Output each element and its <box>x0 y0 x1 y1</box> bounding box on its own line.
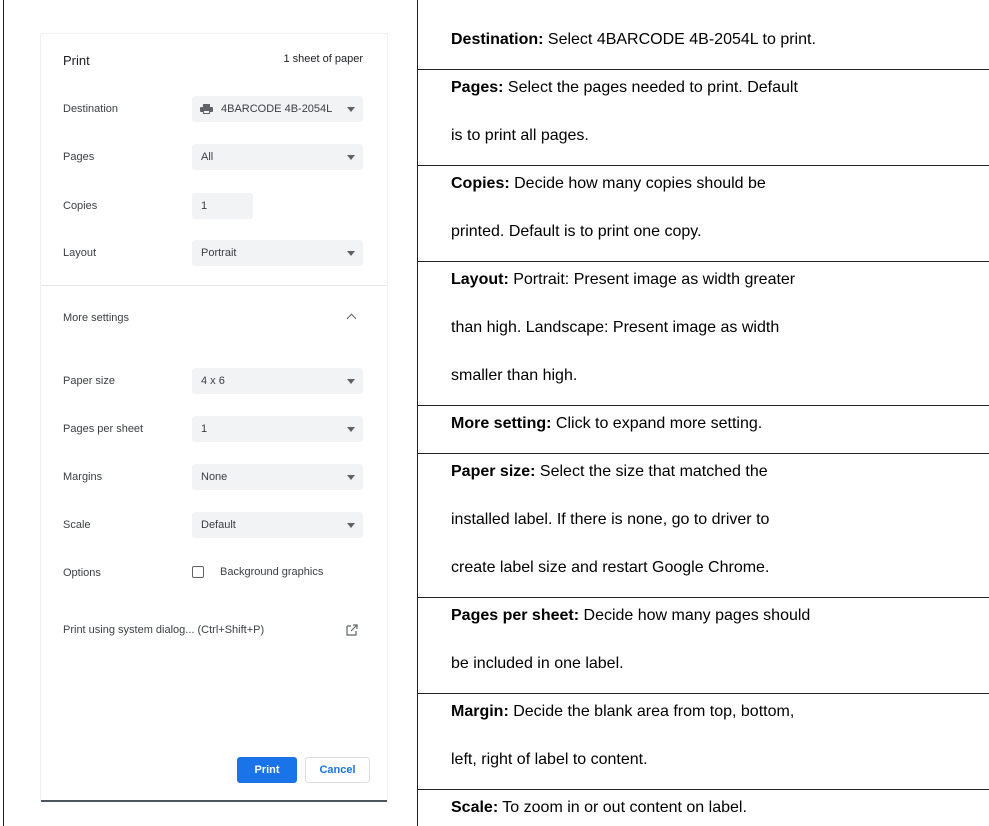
chevron-down-icon <box>347 155 355 160</box>
description-text: Click to expand more setting. <box>551 415 763 432</box>
description-text: To zoom in or out content on label. <box>498 799 747 816</box>
layout-select[interactable]: Portrait <box>192 240 363 266</box>
destination-value: 4BARCODE 4B-2054L <box>221 103 333 115</box>
print-dialog: Print 1 sheet of paper Destination 4BARC… <box>41 34 387 801</box>
description-title: Copies: <box>451 175 510 192</box>
description-title: More setting: <box>451 415 552 432</box>
copies-label: Copies <box>63 200 98 212</box>
open-in-new-icon[interactable] <box>346 624 358 636</box>
description-title: Scale: <box>451 799 499 816</box>
pages-select[interactable]: All <box>192 144 363 170</box>
pages-per-sheet-value: 1 <box>201 423 208 435</box>
printer-icon <box>200 104 213 114</box>
description-title: Margin: <box>451 703 509 720</box>
description-text: Decide how many copies should be <box>509 175 766 192</box>
table-row-divider <box>418 597 989 598</box>
table-row-divider <box>418 453 989 454</box>
description-line: Layout: Portrait: Present image as width… <box>451 271 989 289</box>
description-line: More setting: Click to expand more setti… <box>451 415 989 433</box>
description-text: Select the pages needed to print. Defaul… <box>503 79 798 96</box>
description-text: Decide the blank area from top, bottom, <box>508 703 795 720</box>
table-row-divider <box>418 789 989 790</box>
dialog-bottom-border <box>41 800 387 802</box>
description-text: Select 4BARCODE 4B-2054L to print. <box>543 31 816 48</box>
paper-size-value: 4 x 6 <box>201 375 225 387</box>
description-line: Paper size: Select the size that matched… <box>451 463 989 481</box>
description-line: Margin: Decide the blank area from top, … <box>451 703 989 721</box>
print-button[interactable]: Print <box>237 757 297 783</box>
margins-label: Margins <box>63 471 103 483</box>
pages-value: All <box>201 151 214 163</box>
section-divider <box>41 285 387 286</box>
background-graphics-checkbox[interactable] <box>192 566 204 578</box>
description-text: Portrait: Present image as width greater <box>508 271 796 288</box>
destination-label: Destination <box>63 103 119 115</box>
paper-size-select[interactable]: 4 x 6 <box>192 368 363 394</box>
table-row-divider <box>418 693 989 694</box>
description-line: create label size and restart Google Chr… <box>451 559 770 576</box>
description-line: be included in one label. <box>451 655 624 672</box>
description-line: than high. Landscape: Present image as w… <box>451 319 780 336</box>
pages-label: Pages <box>63 151 95 163</box>
description-line: Pages: Select the pages needed to print.… <box>451 79 989 97</box>
scale-select[interactable]: Default <box>192 512 363 538</box>
table-row-divider <box>418 261 989 262</box>
sheet-count: 1 sheet of paper <box>283 53 363 65</box>
chevron-up-icon[interactable] <box>346 313 357 324</box>
chevron-down-icon <box>347 427 355 432</box>
description-title: Layout: <box>451 271 509 288</box>
pages-per-sheet-select[interactable]: 1 <box>192 416 363 442</box>
background-graphics-label[interactable]: Background graphics <box>220 566 323 578</box>
cancel-button[interactable]: Cancel <box>305 757 370 783</box>
pages-per-sheet-label: Pages per sheet <box>63 423 144 435</box>
description-title: Paper size: <box>451 463 536 480</box>
description-line: Destination: Select 4BARCODE 4B-2054L to… <box>451 31 989 49</box>
chevron-down-icon <box>347 523 355 528</box>
description-line: left, right of label to content. <box>451 751 648 768</box>
description-line: Scale: To zoom in or out content on labe… <box>451 799 989 817</box>
options-label: Options <box>63 567 101 579</box>
system-dialog-link[interactable]: Print using system dialog... (Ctrl+Shift… <box>63 624 264 636</box>
description-line: printed. Default is to print one copy. <box>451 223 702 240</box>
description-line: Copies: Decide how many copies should be <box>451 175 989 193</box>
table-row-divider <box>418 405 989 406</box>
description-line: is to print all pages. <box>451 127 589 144</box>
description-line: smaller than high. <box>451 367 578 384</box>
layout-value: Portrait <box>201 247 237 259</box>
chevron-down-icon <box>347 107 355 112</box>
scale-label: Scale <box>63 519 91 531</box>
description-line: installed label. If there is none, go to… <box>451 511 770 528</box>
description-title: Pages per sheet: <box>451 607 580 624</box>
chevron-down-icon <box>347 475 355 480</box>
scale-value: Default <box>201 519 236 531</box>
margins-value: None <box>201 471 228 483</box>
table-row-divider <box>418 165 989 166</box>
margins-select[interactable]: None <box>192 464 363 490</box>
description-text: Decide how many pages should <box>579 607 811 624</box>
destination-select[interactable]: 4BARCODE 4B-2054L <box>192 96 363 122</box>
table-left-border <box>3 0 4 826</box>
description-title: Pages: <box>451 79 504 96</box>
chevron-down-icon <box>347 379 355 384</box>
column-divider <box>417 0 418 826</box>
description-text: Select the size that matched the <box>535 463 768 480</box>
table-row-divider <box>418 69 989 70</box>
paper-size-label: Paper size <box>63 375 115 387</box>
description-title: Destination: <box>451 31 544 48</box>
description-line: Pages per sheet: Decide how many pages s… <box>451 607 989 625</box>
dialog-title: Print <box>63 53 90 68</box>
chevron-down-icon <box>347 251 355 256</box>
layout-label: Layout <box>63 247 97 259</box>
more-settings-toggle[interactable]: More settings <box>63 312 129 324</box>
copies-input[interactable]: 1 <box>192 193 253 219</box>
